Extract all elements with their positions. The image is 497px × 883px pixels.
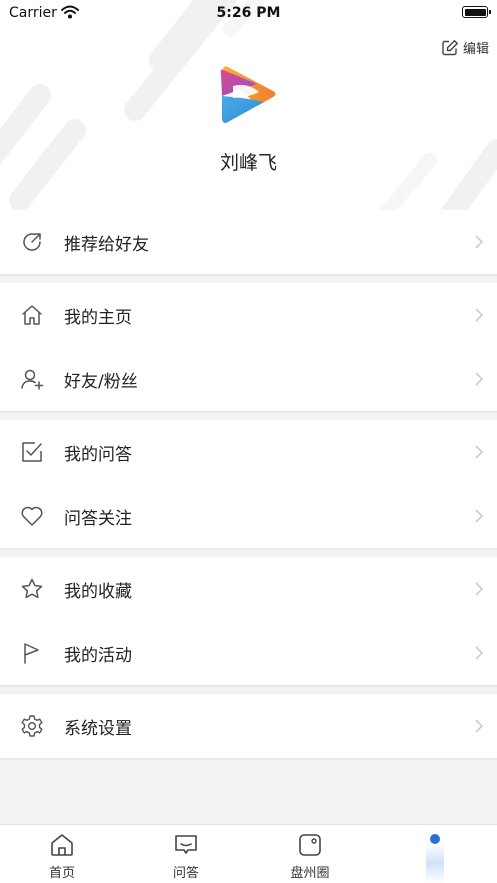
battery-icon: [462, 6, 491, 18]
tab-label: 首页: [48, 866, 75, 881]
menu-item-label: 问答关注: [64, 508, 132, 529]
menu-item-activities[interactable]: 我的活动: [0, 621, 497, 685]
menu-group: 我的问答 问答关注: [0, 420, 497, 549]
menu-item-label: 我的活动: [64, 645, 132, 666]
menu-item-recommend[interactable]: 推荐给好友: [0, 210, 497, 274]
menu-item-my-qa[interactable]: 我的问答: [0, 420, 497, 484]
menu-item-label: 好友/粉丝: [64, 371, 138, 392]
chevron-right-icon: [475, 582, 483, 596]
status-time: 5:26 PM: [216, 5, 281, 21]
avatar[interactable]: [217, 64, 279, 126]
edit-label: 编辑: [462, 42, 489, 57]
home-icon: [22, 305, 42, 325]
chevron-right-icon: [475, 646, 483, 660]
menu-item-homepage[interactable]: 我的主页: [0, 283, 497, 347]
tab-home[interactable]: 首页: [0, 825, 124, 883]
chevron-right-icon: [475, 235, 483, 249]
tab-qa[interactable]: 问答: [124, 825, 248, 883]
flag-icon: [24, 643, 39, 664]
checkbox-icon: [22, 442, 42, 462]
menu-item-label: 我的主页: [64, 307, 132, 328]
chevron-right-icon: [475, 445, 483, 459]
chevron-right-icon: [475, 372, 483, 386]
add-friend-icon: [21, 369, 44, 390]
chevron-right-icon: [475, 308, 483, 322]
gear-icon: [21, 715, 43, 737]
tab-circle[interactable]: 盘州圈: [248, 825, 372, 883]
edit-button[interactable]: 编辑: [441, 38, 489, 57]
home-tab-icon: [51, 834, 73, 856]
chevron-right-icon: [475, 509, 483, 523]
tab-label: 盘州圈: [290, 866, 330, 881]
username: 刘峰飞: [219, 152, 277, 174]
menu-item-favorites[interactable]: 我的收藏: [0, 557, 497, 621]
heart-icon: [21, 506, 43, 526]
menu-item-label: 我的收藏: [64, 581, 132, 602]
menu-group: 我的收藏 我的活动: [0, 557, 497, 686]
menu-item-qa-follow[interactable]: 问答关注: [0, 484, 497, 548]
circle-tab-icon: [299, 834, 321, 856]
edit-icon: [442, 39, 458, 55]
menu-group: 我的主页 好友/粉丝: [0, 283, 497, 412]
active-indicator-glow: [426, 843, 444, 883]
menu-item-label: 我的问答: [64, 444, 132, 465]
chat-tab-icon: [175, 835, 197, 854]
profile-screen: 编辑 刘峰飞 Carrier 5:26 PM 推荐给好友 我的主页 好友/粉丝 …: [0, 0, 497, 883]
menu-group: 系统设置: [0, 694, 497, 759]
chevron-right-icon: [475, 719, 483, 733]
menu-item-label: 系统设置: [64, 718, 132, 739]
menu-item-label: 推荐给好友: [64, 234, 149, 255]
tab-bar: 首页 问答 盘州圈: [0, 824, 497, 883]
menu-list: 推荐给好友 我的主页 好友/粉丝 我的问答 问答关注 我的收藏 我的活动 系统设…: [0, 210, 497, 759]
tab-label: 问答: [172, 866, 199, 881]
menu-item-friends[interactable]: 好友/粉丝: [0, 347, 497, 411]
menu-item-settings[interactable]: 系统设置: [0, 694, 497, 758]
star-icon: [21, 578, 43, 599]
share-icon: [23, 233, 41, 251]
menu-group: 推荐给好友: [0, 210, 497, 275]
status-bar: Carrier 5:26 PM: [0, 0, 497, 26]
profile-header: 编辑 刘峰飞: [0, 0, 497, 210]
tab-profile[interactable]: [373, 825, 497, 883]
